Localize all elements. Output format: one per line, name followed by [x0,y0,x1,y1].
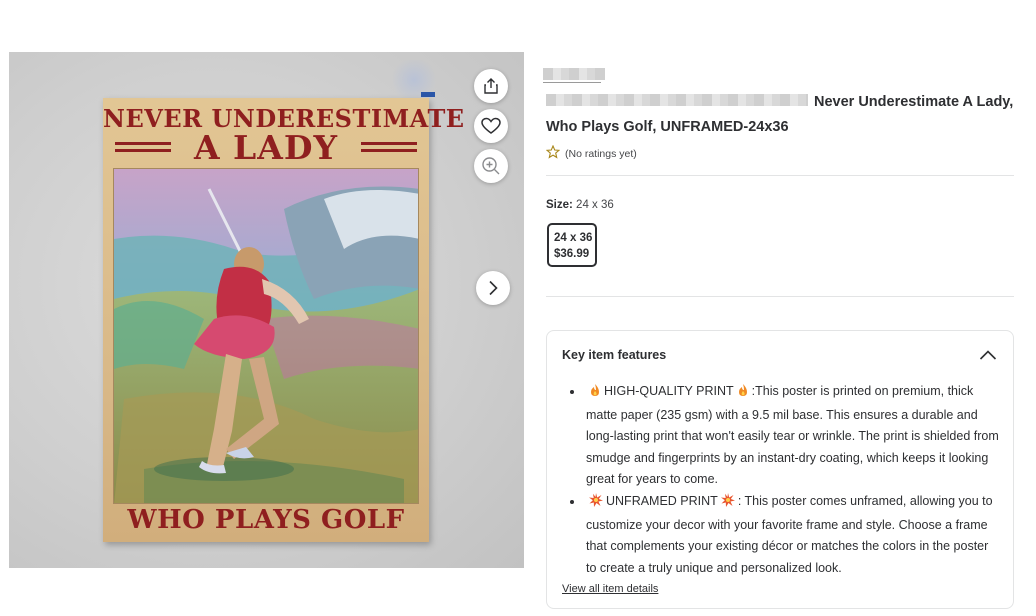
heart-icon [481,117,501,135]
feature-title: UNFRAMED PRINT [606,493,718,508]
feature-title: HIGH-QUALITY PRINT [604,384,734,398]
favorite-button[interactable] [474,109,508,143]
collision-icon [589,492,603,515]
size-option-24x36[interactable]: 24 x 36 $36.99 [547,223,597,267]
rating-text: (No ratings yet) [565,147,637,160]
fire-icon [737,383,749,405]
star-icon [545,144,561,162]
share-button[interactable] [474,69,508,103]
key-features-panel: Key item features HIGH-QUALITY PRINT:Thi… [546,330,1014,609]
zoom-button[interactable] [474,149,508,183]
next-image-button[interactable] [476,271,510,305]
view-all-details-link[interactable]: View all item details [562,583,658,595]
poster-subheadline: A LADY [193,128,339,167]
chevron-up-icon[interactable] [979,348,997,366]
size-value: 24 x 36 [576,199,614,211]
fire-icon [589,383,601,405]
divider [546,296,1014,297]
zoom-in-icon [481,156,501,176]
feature-text: :This poster is printed on premium, thic… [586,384,999,487]
brand-underline [543,82,601,83]
brand-link-redacted[interactable] [543,68,605,80]
poster: NEVER UNDERESTIMATE A LADY WHO PLAYS GOL… [103,98,464,542]
size-option-price: $36.99 [554,248,590,260]
size-label: Size: [546,199,573,211]
share-icon [482,77,500,95]
size-option-label: 24 x 36 [554,232,593,244]
divider [546,175,1014,176]
background-mark [421,92,435,97]
poster-illustration [113,168,419,504]
rating[interactable]: (No ratings yet) [545,144,637,162]
list-item: UNFRAMED PRINT: This poster comes unfram… [584,491,1002,579]
list-item: HIGH-QUALITY PRINT:This poster is printe… [584,381,1002,491]
key-features-heading: Key item features [562,348,667,362]
collision-icon [720,492,735,515]
title-redacted [546,94,808,107]
product-title: Never Underestimate A Lady, Who Plays Go… [546,90,1016,140]
key-features-list: HIGH-QUALITY PRINT:This poster is printe… [584,381,1002,579]
chevron-right-icon [487,280,499,296]
poster-tagline: WHO PLAYS GOLF [127,505,405,535]
product-image[interactable]: NEVER UNDERESTIMATE A LADY WHO PLAYS GOL… [9,52,524,568]
size-selector-label: Size: 24 x 36 [546,199,614,211]
